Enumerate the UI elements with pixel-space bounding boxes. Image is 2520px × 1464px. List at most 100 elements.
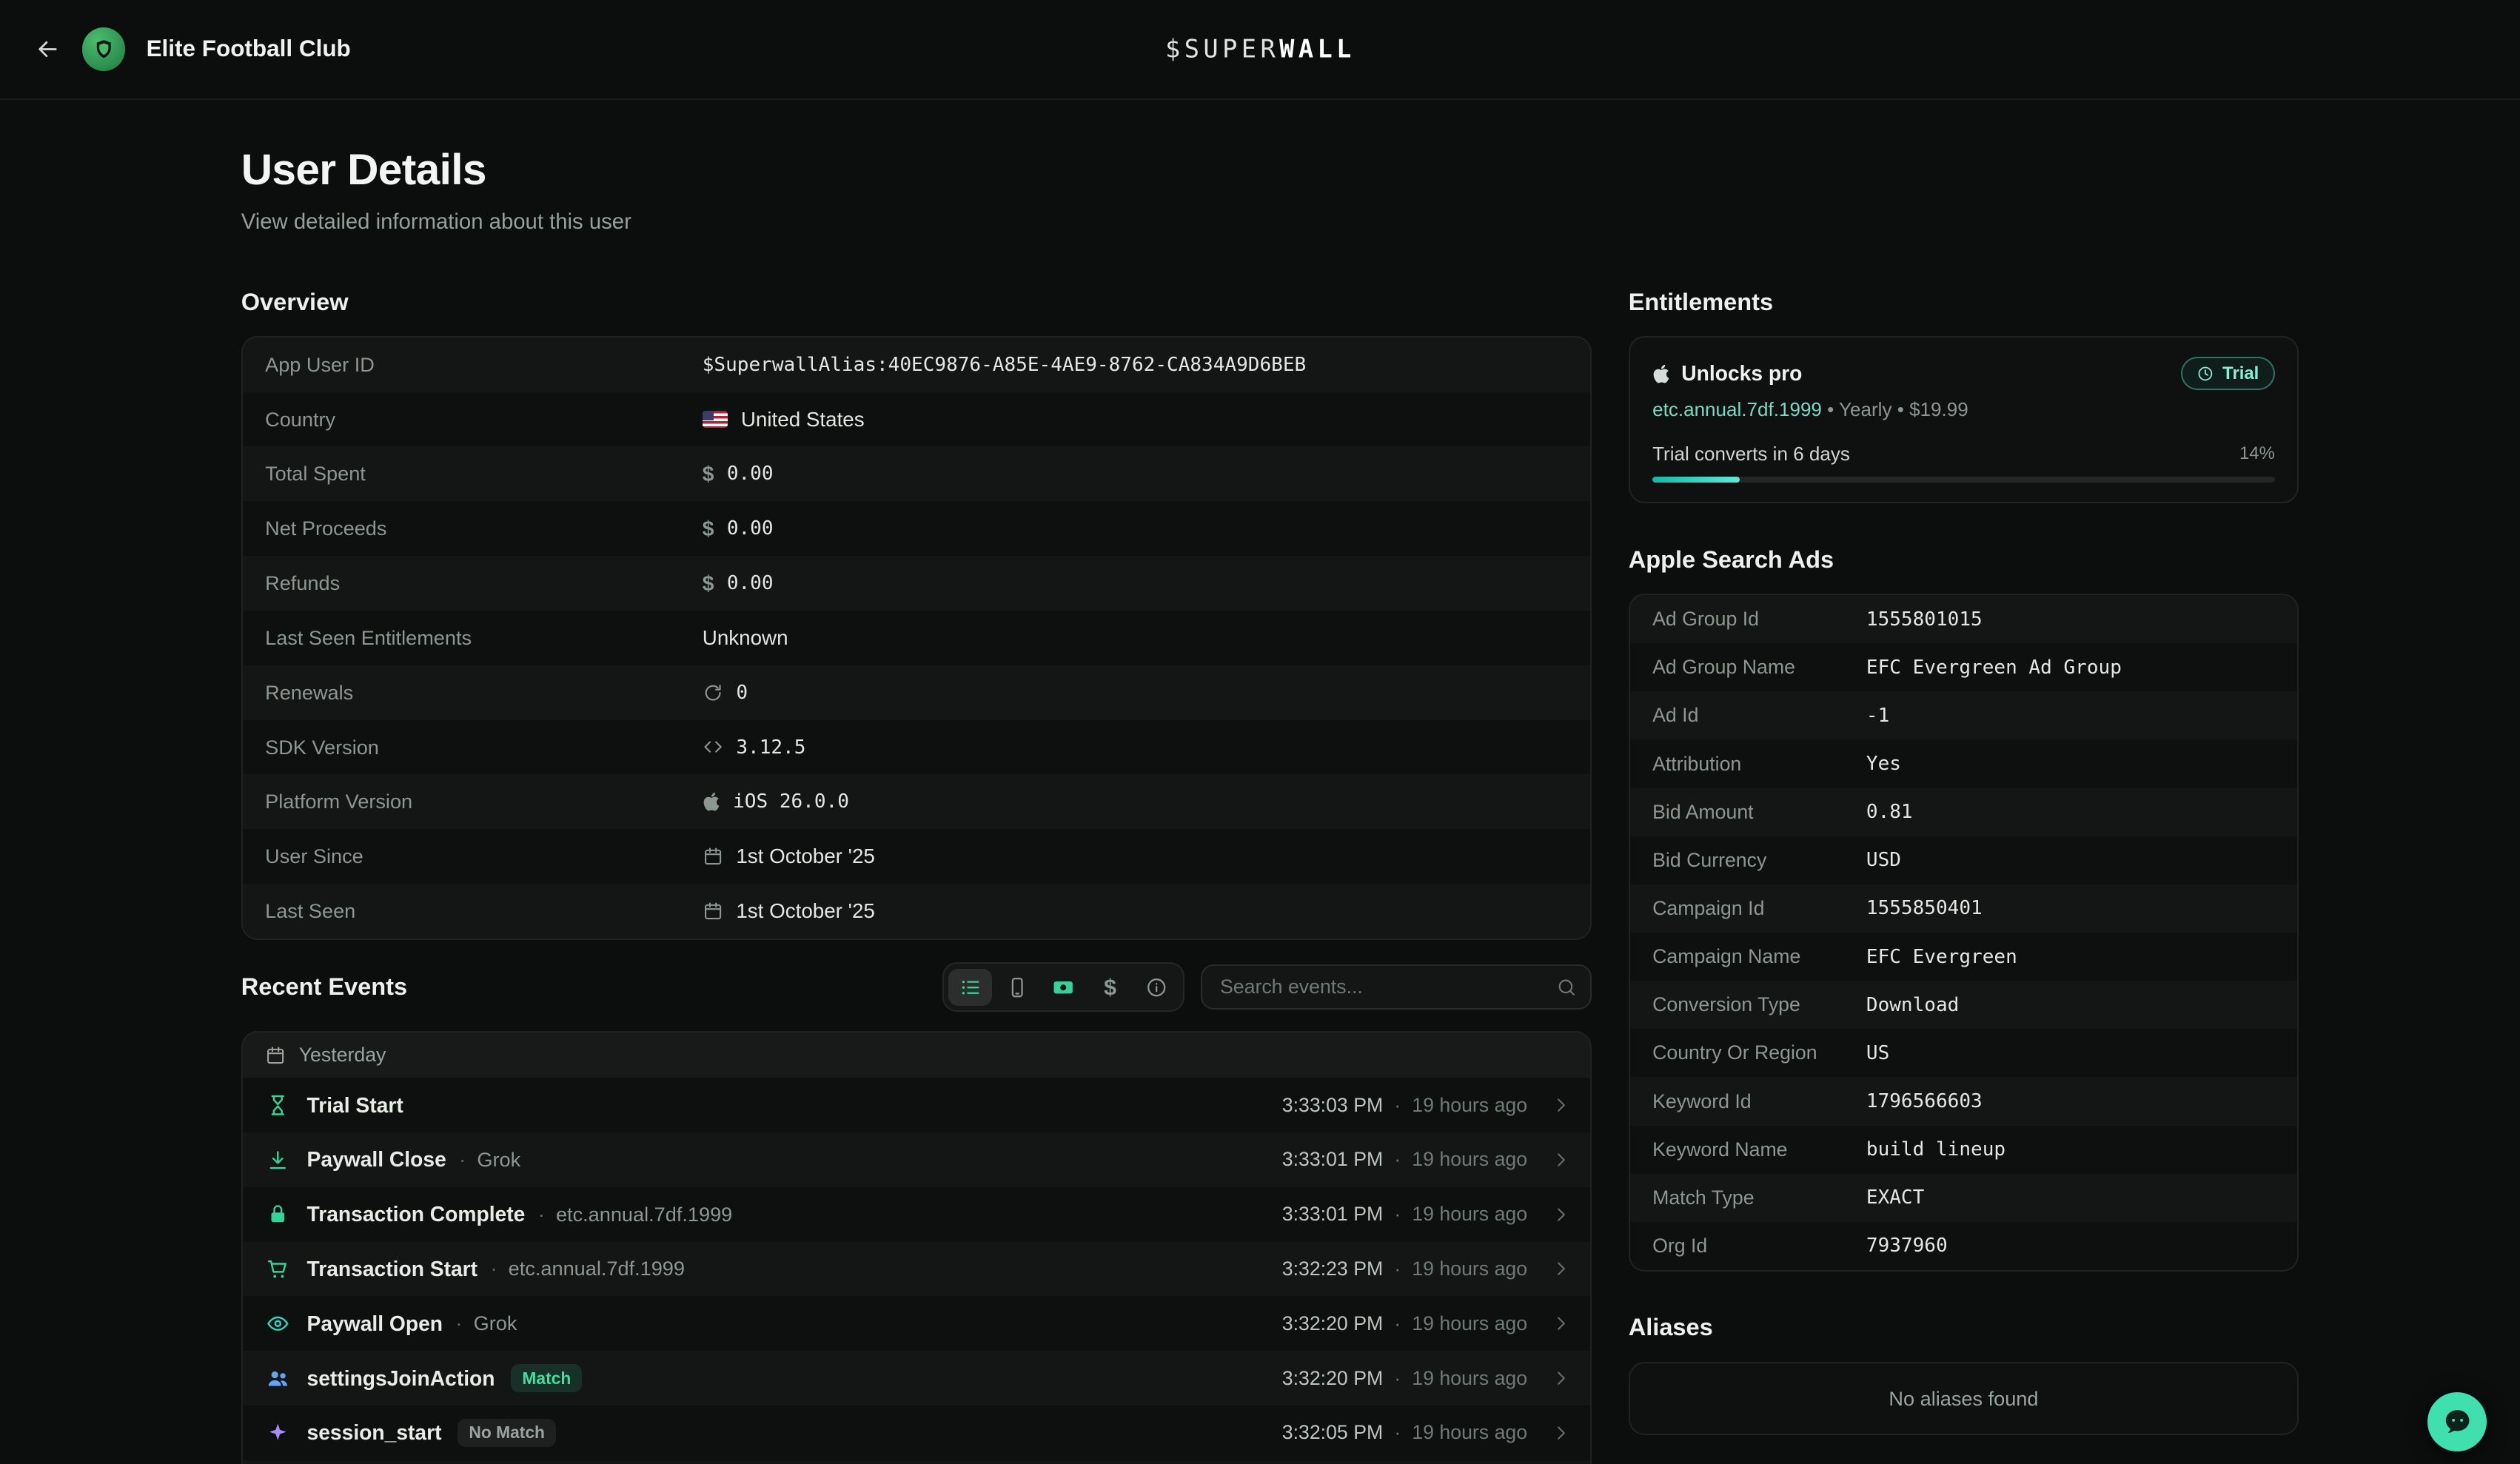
chevron-right-icon [1550,1095,1571,1115]
event-row[interactable]: settingsJoinAction Match 3:32:20 PM · 19… [243,1351,1590,1406]
event-relative-time: 19 hours ago [1412,1258,1527,1280]
trial-converts-text: Trial converts in 6 days [1652,443,1850,466]
chevron-right-icon [1550,1423,1571,1443]
event-type-icon [265,1312,291,1336]
event-row[interactable]: Trial Start 3:33:03 PM · 19 hours ago [243,1078,1590,1132]
asa-row-label: Bid Amount [1652,801,1866,824]
asa-row-value: 0.81 [1866,801,1913,823]
events-view-button[interactable] [1042,969,1085,1006]
overview-value-icon: $ [703,463,714,484]
overview-row-value: 0 [736,682,748,704]
asa-row: Org Id 7937960 [1630,1222,2298,1270]
asa-row: Keyword Id 1796566603 [1630,1077,2298,1125]
event-subtitle: etc.annual.7df.1999 [556,1203,732,1226]
team-name: Elite Football Club [147,36,351,62]
events-view-button[interactable] [995,969,1039,1006]
asa-row-label: Conversion Type [1652,993,1866,1016]
event-row[interactable]: Transaction Start ·etc.annual.7df.1999 3… [243,1242,1590,1297]
overview-row: Last Seen 1st October '25 [243,884,1590,938]
entitlement-card: Unlocks pro Trial etc.annual.7df.1999 • … [1629,336,2299,504]
event-relative-time: 19 hours ago [1412,1367,1527,1390]
asa-row-value: build lineup [1866,1138,2005,1161]
view-icon [1006,976,1028,998]
overview-row-value: United States [741,408,865,432]
event-row[interactable]: session_start No Match 3:32:05 PM · 19 h… [243,1406,1590,1460]
asa-row-value: EFC Evergreen [1866,946,2017,968]
overview-row-value: 1st October '25 [736,899,875,923]
calendar-icon [265,1045,286,1066]
event-name: settingsJoinAction [307,1366,495,1391]
event-subtitle: Grok [474,1312,517,1335]
overview-row-label: Platform Version [265,790,703,813]
event-type-icon [265,1366,291,1391]
product-id: etc.annual.7df.1999 [1652,398,1822,420]
apple-search-ads-heading: Apple Search Ads [1629,545,2299,574]
asa-row: Keyword Name build lineup [1630,1126,2298,1174]
asa-row-value: -1 [1866,705,1889,727]
event-type-icon [265,1202,291,1226]
asa-row: Ad Id -1 [1630,691,2298,739]
asa-row-label: Org Id [1652,1235,1866,1258]
events-search-input[interactable] [1201,964,1592,1010]
event-relative-time: 19 hours ago [1412,1312,1527,1335]
overview-row-label: Country [265,408,703,432]
asa-row-label: Ad Group Name [1652,656,1866,679]
event-row[interactable]: Paywall Close ·Grok 3:33:01 PM · 19 hour… [243,1132,1590,1187]
events-view-button[interactable]: $ [1088,969,1132,1006]
event-relative-time: 19 hours ago [1412,1203,1527,1226]
event-time: 3:32:05 PM [1282,1421,1384,1444]
event-time: 3:32:20 PM [1282,1367,1384,1390]
view-icon [959,976,982,998]
events-view-button[interactable] [948,969,992,1006]
overview-row-label: User Since [265,845,703,868]
event-name: Transaction Complete [307,1202,526,1226]
overview-row: App User ID $SuperwallAlias:40EC9876-A85… [243,338,1590,392]
asa-row-label: Country Or Region [1652,1041,1866,1064]
overview-value-icon: $ [703,518,714,539]
chat-bubble-icon [2442,1406,2473,1437]
event-row[interactable]: Transaction Complete ·etc.annual.7df.199… [243,1187,1590,1242]
overview-row: Total Spent $ 0.00 [243,446,1590,501]
page-title: User Details [241,143,1592,198]
asa-row: Match Type EXACT [1630,1174,2298,1222]
overview-row: Country United States [243,392,1590,447]
page-subtitle: View detailed information about this use… [241,207,1592,236]
asa-row-label: Match Type [1652,1186,1866,1209]
clock-icon [2196,365,2214,383]
overview-row: Last Seen Entitlements Unknown [243,611,1590,665]
event-row[interactable]: Session Start 3:32:05 PM · 19 hours ago [243,1460,1590,1464]
overview-value-icon: $ [703,573,714,594]
asa-row-value: USD [1866,849,1901,871]
overview-row-label: SDK Version [265,736,703,759]
asa-row-label: Campaign Id [1652,897,1866,920]
trial-badge: Trial [2181,357,2275,391]
asa-row-value: Yes [1866,753,1901,775]
asa-row-value: 1796566603 [1866,1090,1983,1112]
overview-heading: Overview [241,288,1592,317]
overview-row-value: Unknown [703,626,788,650]
overview-row-label: Net Proceeds [265,517,703,540]
overview-value-icon [703,411,728,429]
event-relative-time: 19 hours ago [1412,1421,1527,1444]
overview-row-value: $SuperwallAlias:40EC9876-A85E-4AE9-8762-… [703,354,1306,376]
event-time: 3:33:03 PM [1282,1094,1384,1117]
chat-support-button[interactable] [2427,1392,2487,1451]
back-button[interactable] [34,36,61,63]
asa-row: Bid Currency USD [1630,836,2298,884]
overview-row-value: 0.00 [727,572,774,594]
entitlements-heading: Entitlements [1629,288,2299,317]
asa-row: Ad Group Name EFC Evergreen Ad Group [1630,643,2298,691]
asa-row: Campaign Name EFC Evergreen [1630,933,2298,981]
overview-row-value: 0.00 [727,463,774,485]
event-type-icon [265,1148,291,1172]
aliases-heading: Aliases [1629,1313,2299,1342]
overview-value-icon [703,901,723,921]
asa-row-label: Attribution [1652,753,1866,776]
search-icon [1556,977,1577,998]
overview-row-value: 3.12.5 [736,736,805,759]
back-arrow-icon [34,36,61,63]
events-view-button[interactable] [1135,969,1179,1006]
overview-row-label: Total Spent [265,462,703,486]
event-row[interactable]: Paywall Open ·Grok 3:32:20 PM · 19 hours… [243,1296,1590,1351]
event-time: 3:32:23 PM [1282,1258,1384,1280]
